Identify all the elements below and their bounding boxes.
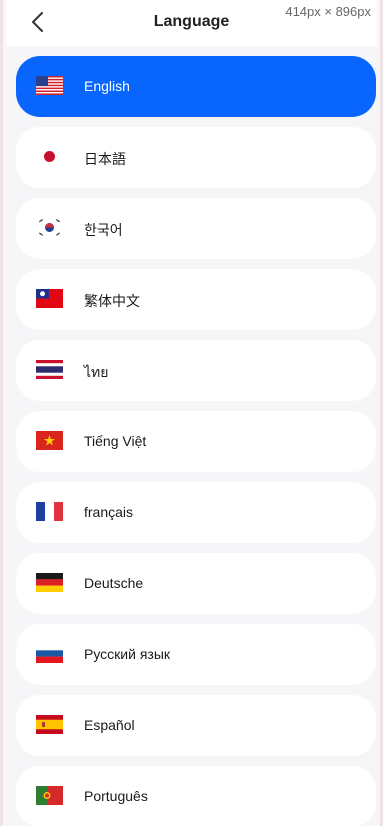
thailand-flag-icon — [36, 360, 63, 379]
language-label: Русский язык — [84, 646, 171, 662]
language-item-english[interactable]: English — [16, 56, 376, 117]
language-item-german[interactable]: Deutsche — [16, 553, 376, 614]
app-frame: Language 414px × 896px English 日本語 한국어 繁… — [0, 0, 383, 827]
language-label: English — [84, 78, 130, 94]
language-label: Português — [84, 788, 148, 804]
language-item-french[interactable]: français — [16, 482, 376, 543]
taiwan-flag-icon — [36, 289, 63, 308]
language-list: English 日本語 한국어 繁体中文 ไทย Tiếng Việt fran… — [16, 56, 376, 837]
language-label: français — [84, 504, 134, 520]
portugal-flag-icon — [36, 786, 63, 805]
spain-flag-icon — [36, 715, 63, 734]
language-item-vietnamese[interactable]: Tiếng Việt — [16, 411, 376, 472]
france-flag-icon — [36, 502, 63, 521]
us-flag-icon — [36, 76, 63, 95]
language-item-russian[interactable]: Русский язык — [16, 624, 376, 685]
germany-flag-icon — [36, 573, 63, 592]
language-label: ไทย — [84, 364, 109, 380]
language-item-thai[interactable]: ไทย — [16, 340, 376, 401]
language-item-korean[interactable]: 한국어 — [16, 198, 376, 259]
language-item-portuguese[interactable]: Português — [16, 766, 376, 827]
language-label: 日本語 — [84, 151, 126, 167]
language-item-japanese[interactable]: 日本語 — [16, 127, 376, 188]
japan-flag-icon — [44, 151, 55, 162]
language-label: 한국어 — [84, 222, 123, 238]
language-label: Español — [84, 717, 135, 733]
viewport-size-label: 414px × 896px — [285, 4, 371, 19]
header-bar: Language 414px × 896px — [6, 0, 377, 46]
south-korea-flag-icon — [36, 218, 63, 237]
language-label: 繁体中文 — [84, 293, 140, 309]
language-label: Tiếng Việt — [84, 433, 147, 449]
russia-flag-icon — [36, 644, 63, 663]
language-item-traditional-chinese[interactable]: 繁体中文 — [16, 269, 376, 330]
language-item-spanish[interactable]: Español — [16, 695, 376, 756]
vietnam-flag-icon — [36, 431, 63, 450]
language-label: Deutsche — [84, 575, 144, 591]
